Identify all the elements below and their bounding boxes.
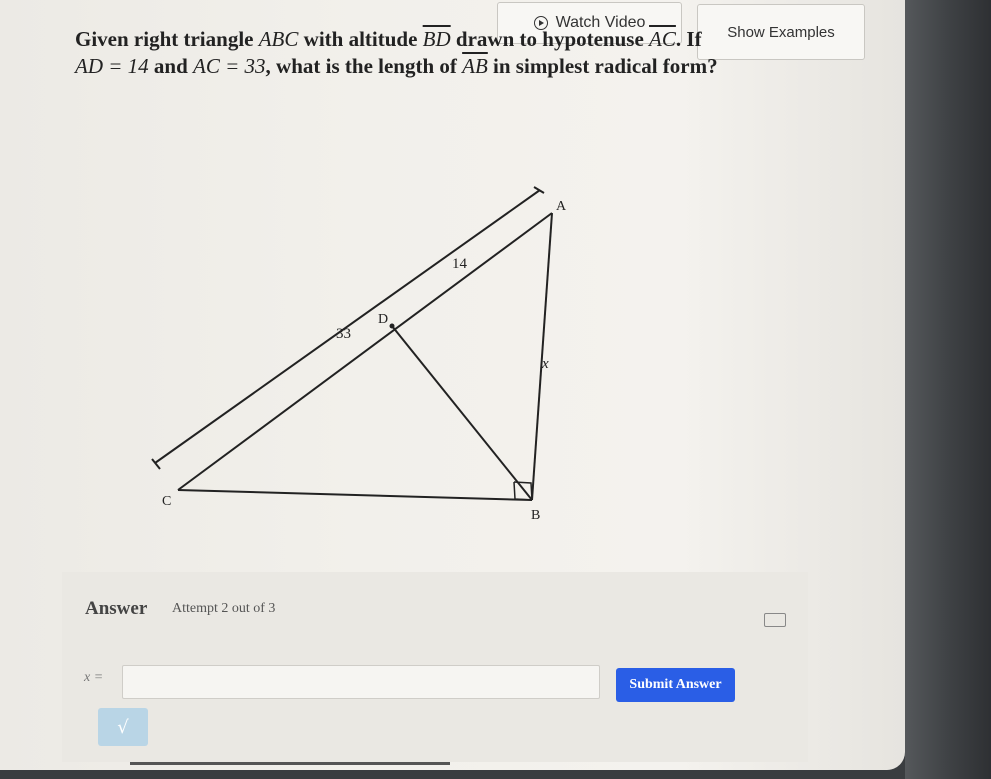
side-ac	[177, 212, 553, 491]
label-c: C	[162, 494, 171, 509]
divider	[130, 762, 450, 765]
altitude-bd	[391, 325, 533, 501]
answer-label: Answer	[85, 598, 148, 619]
side-cb	[177, 489, 533, 501]
monitor-bezel	[905, 0, 991, 779]
keyboard-icon[interactable]	[764, 613, 786, 627]
label-length-ad: 14	[452, 256, 468, 272]
label-d: D	[378, 312, 388, 327]
submit-answer-button[interactable]: Submit Answer	[616, 668, 735, 702]
point-d	[389, 323, 395, 329]
triangle-diagram: A B C D x 14 33	[151, 186, 567, 523]
label-b: B	[531, 508, 540, 523]
label-a: A	[556, 199, 567, 214]
sqrt-button[interactable]: √	[98, 708, 148, 746]
label-x: x	[541, 356, 549, 372]
answer-input[interactable]	[122, 665, 600, 699]
sqrt-icon: √	[117, 716, 129, 738]
label-length-ac: 33	[336, 326, 351, 342]
attempt-counter: Attempt 2 out of 3	[172, 601, 276, 616]
answer-variable-label: x =	[84, 670, 104, 685]
